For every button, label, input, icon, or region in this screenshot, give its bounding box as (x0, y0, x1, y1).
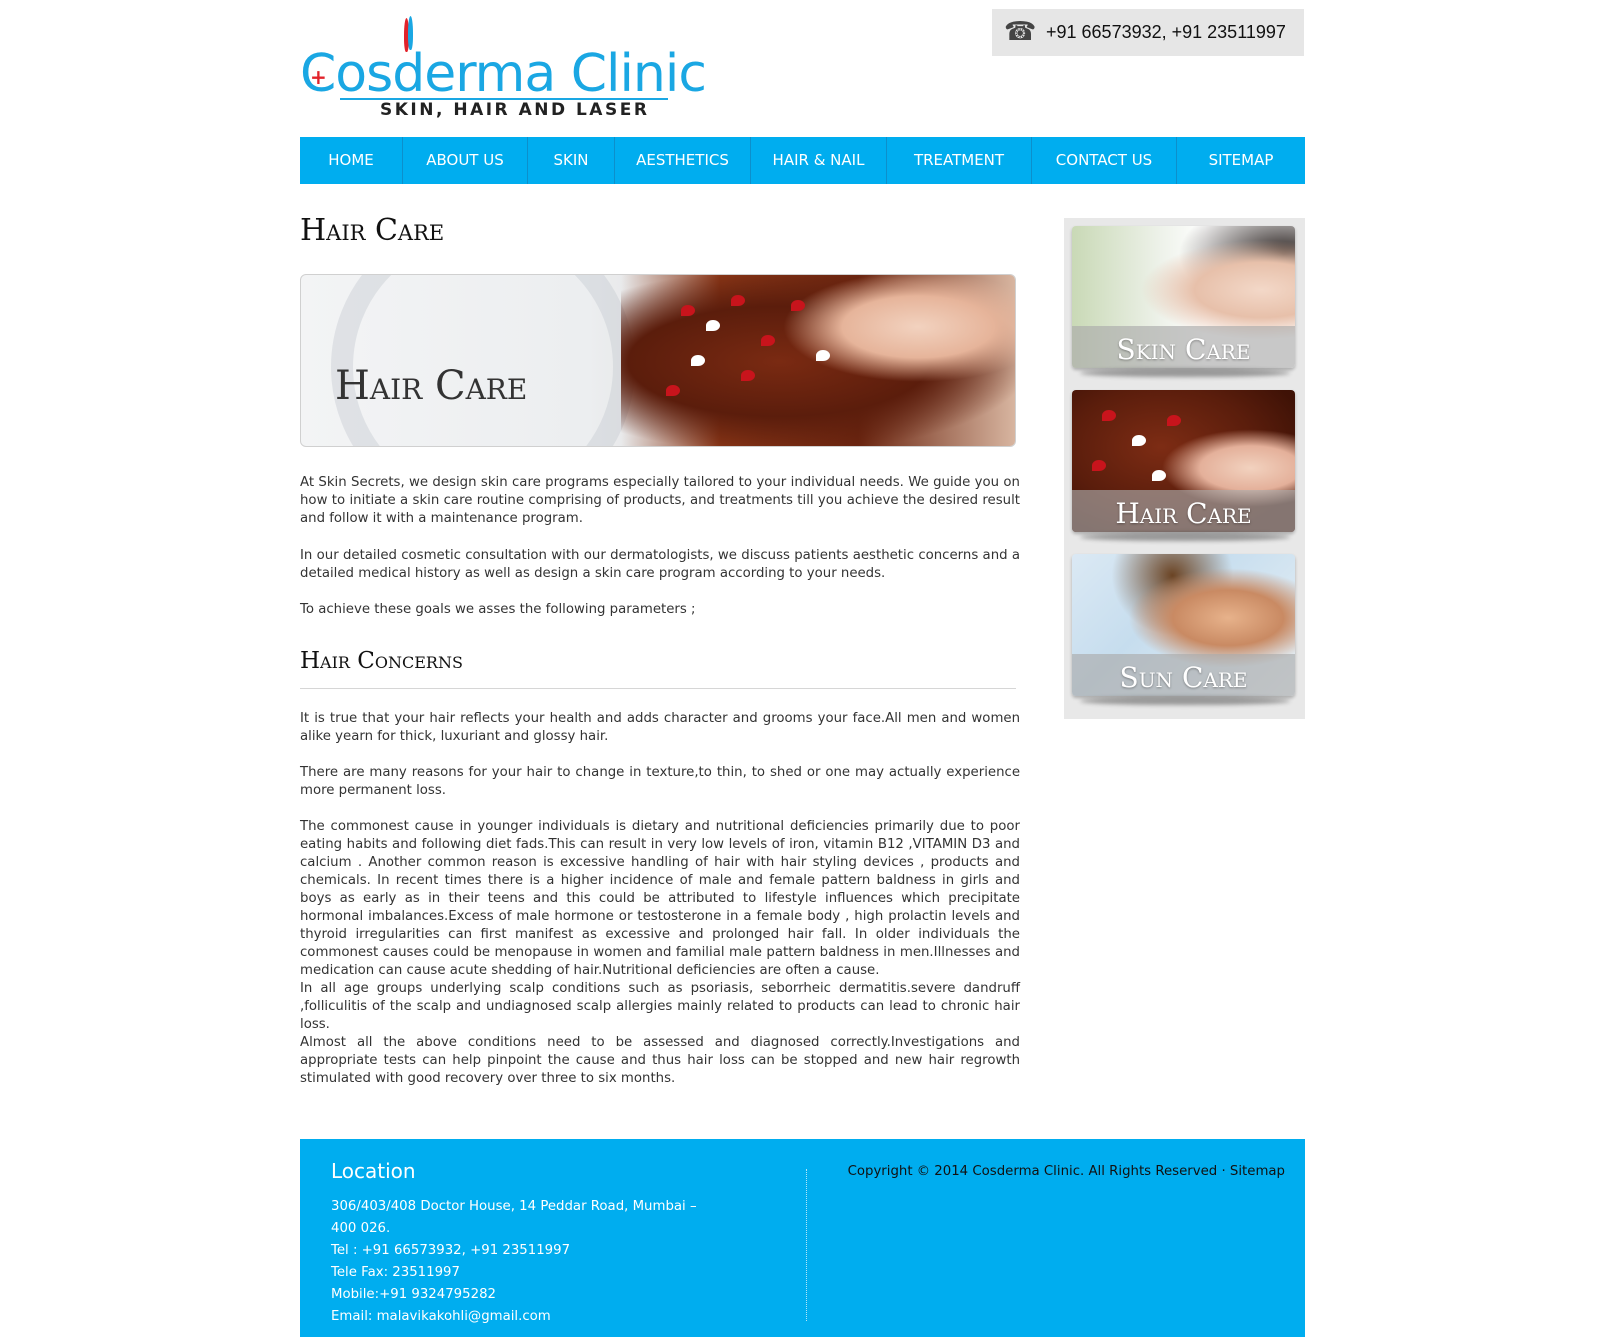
paragraph: At Skin Secrets, we design skin care pro… (300, 475, 1020, 526)
intro-text: In our detailed cosmetic consultation wi… (300, 547, 1020, 583)
logo-title: Cosderma Clinic (300, 44, 707, 104)
footer-address: 306/403/408 Doctor House, 14 Peddar Road… (331, 1199, 697, 1236)
logo-subtitle: SKIN, HAIR AND LASER (380, 100, 650, 120)
nav-item-skin[interactable]: SKIN (528, 137, 615, 184)
page-wrapper: Cosderma Clinic + SKIN, HAIR AND LASER ☎… (300, 0, 1305, 1337)
nav-item-sitemap[interactable]: SITEMAP (1177, 137, 1305, 184)
card-label: Hair Care (1115, 497, 1252, 530)
intro-text: To achieve these goals we asses the foll… (300, 601, 1020, 619)
site-logo[interactable]: Cosderma Clinic + SKIN, HAIR AND LASER (300, 14, 707, 124)
nav-item-aesthetics[interactable]: AESTHETICS (615, 137, 751, 184)
concerns-text: In all age groups underlying scalp condi… (300, 980, 1020, 1034)
paragraph: To achieve these goals we asses the foll… (300, 602, 696, 617)
footer-sitemap-link[interactable]: Sitemap (1230, 1164, 1285, 1179)
copyright: Copyright © 2014 Cosderma Clinic. All Ri… (848, 1164, 1285, 1179)
concerns-text: There are many reasons for your hair to … (300, 764, 1020, 800)
sidebar-card-hair-care[interactable]: Hair Care (1072, 390, 1295, 532)
footer: Location 306/403/408 Doctor House, 14 Pe… (300, 1139, 1305, 1337)
nav-item-treatment[interactable]: TREATMENT (887, 137, 1032, 184)
footer-email[interactable]: Email: malavikakohli@gmail.com (331, 1306, 711, 1328)
nav-item-contact-us[interactable]: CONTACT US (1032, 137, 1177, 184)
paragraph: It is true that your hair reflects your … (300, 711, 1020, 744)
footer-mobile: Mobile:+91 9324795282 (331, 1287, 496, 1302)
page-title: Hair Care (300, 213, 445, 248)
card-label: Skin Care (1116, 333, 1251, 366)
nav-item-about-us[interactable]: ABOUT US (403, 137, 528, 184)
paragraph: In our detailed cosmetic consultation wi… (300, 548, 1020, 581)
concerns-text: It is true that your hair reflects your … (300, 710, 1020, 746)
phone-box: ☎ +91 66573932, +91 23511997 (992, 9, 1304, 56)
sidebar: Skin Care Hair Care Sun Care (1064, 218, 1305, 719)
header-phone: +91 66573932, +91 23511997 (1046, 22, 1286, 42)
footer-contact: 306/403/408 Doctor House, 14 Peddar Road… (331, 1196, 711, 1328)
nav-item-home[interactable]: HOME (300, 137, 403, 184)
sidebar-card-skin-care[interactable]: Skin Care (1072, 226, 1295, 368)
footer-location-title: Location (331, 1159, 416, 1183)
intro-text: At Skin Secrets, we design skin care pro… (300, 474, 1020, 528)
paragraph: There are many reasons for your hair to … (300, 765, 1020, 798)
medical-cross-icon: + (310, 65, 327, 89)
banner-title: Hair Care (335, 363, 528, 409)
sidebar-card-sun-care[interactable]: Sun Care (1072, 554, 1295, 696)
section-title-hair-concerns: Hair Concerns (300, 648, 463, 674)
paragraph: The commonest cause in younger individua… (300, 819, 1020, 978)
paragraph: In all age groups underlying scalp condi… (300, 981, 1020, 1032)
telephone-icon: ☎ (1004, 17, 1037, 47)
card-label: Sun Care (1119, 661, 1248, 694)
concerns-text: Almost all the above conditions need to … (300, 1034, 1020, 1088)
hair-care-banner: Hair Care (300, 274, 1016, 447)
concerns-text: The commonest cause in younger individua… (300, 818, 1020, 980)
nav-item-hair-nail[interactable]: HAIR & NAIL (751, 137, 887, 184)
copyright-text: Copyright © 2014 Cosderma Clinic. All Ri… (847, 1164, 1226, 1179)
footer-divider (806, 1169, 807, 1321)
main-nav: HOME ABOUT US SKIN AESTHETICS HAIR & NAI… (300, 137, 1305, 184)
section-divider (300, 688, 1016, 689)
footer-fax: Tele Fax: 23511997 (331, 1265, 460, 1280)
footer-tel: Tel : +91 66573932, +91 23511997 (331, 1243, 571, 1258)
paragraph: Almost all the above conditions need to … (300, 1035, 1020, 1086)
